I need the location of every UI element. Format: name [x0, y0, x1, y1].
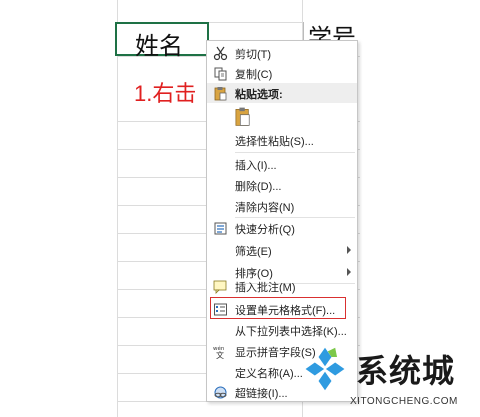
watermark-brand: 系统城 [356, 352, 456, 390]
menu-item-copy[interactable]: 复制(C) [207, 63, 357, 84]
menu-item-quick-analysis[interactable]: 快速分析(Q) [207, 218, 357, 239]
menu-item-label: 插入(I)... [235, 160, 277, 172]
svg-text:文: 文 [216, 350, 224, 359]
comment-icon [213, 280, 227, 294]
menu-item-paste-special[interactable]: 选择性粘贴(S)... [207, 130, 357, 151]
paste-option-button[interactable] [207, 104, 357, 130]
submenu-arrow-icon [347, 268, 351, 276]
step-annotation-right-click: 1.右击 [134, 81, 197, 106]
menu-item-cut[interactable]: 剪切(T) [207, 43, 357, 64]
menu-item-label: 快速分析(Q) [235, 224, 295, 236]
menu-header-label: 粘贴选项: [235, 89, 283, 101]
copy-icon [214, 67, 227, 81]
menu-item-pick-from-list[interactable]: 从下拉列表中选择(K)... [207, 320, 357, 341]
menu-item-label: 插入批注(M) [235, 282, 296, 294]
phonetic-icon: wén 文 [213, 345, 225, 359]
menu-item-label: 删除(D)... [235, 181, 282, 193]
menu-item-label: 复制(C) [235, 69, 273, 81]
paste-options-header: 粘贴选项: [207, 83, 357, 103]
menu-item-insert-comment[interactable]: 插入批注(M) [207, 276, 357, 297]
menu-item-clear-contents[interactable]: 清除内容(N) [207, 196, 357, 217]
clipboard-icon [214, 87, 227, 101]
selected-cell[interactable]: 姓名 [115, 22, 209, 60]
menu-item-delete[interactable]: 删除(D)... [207, 175, 357, 196]
format-cells-highlight-box [210, 297, 346, 319]
watermark-logo: 系统城 XITONGCHENG.COM [296, 340, 480, 417]
quick-analysis-icon [214, 222, 227, 235]
submenu-arrow-icon [347, 246, 351, 254]
paste-icon [235, 107, 250, 126]
menu-item-label: 剪切(T) [235, 49, 272, 61]
menu-item-label: 定义名称(A)... [235, 368, 303, 380]
menu-item-label: 超链接(I)... [235, 388, 288, 400]
menu-item-label: 从下拉列表中选择(K)... [235, 326, 347, 338]
menu-item-label: 清除内容(N) [235, 202, 295, 214]
watermark-url: XITONGCHENG.COM [350, 396, 458, 407]
menu-separator [235, 152, 355, 153]
logo-mark-icon [305, 347, 345, 391]
hyperlink-icon [214, 386, 227, 399]
menu-item-label: 选择性粘贴(S)... [235, 136, 314, 148]
cell-text: 姓名 [135, 33, 183, 60]
menu-item-label: 筛选(E) [235, 246, 272, 258]
menu-item-filter[interactable]: 筛选(E) [207, 240, 357, 261]
menu-item-insert[interactable]: 插入(I)... [207, 154, 357, 175]
grid-line [117, 0, 118, 417]
scissors-icon [213, 46, 228, 61]
